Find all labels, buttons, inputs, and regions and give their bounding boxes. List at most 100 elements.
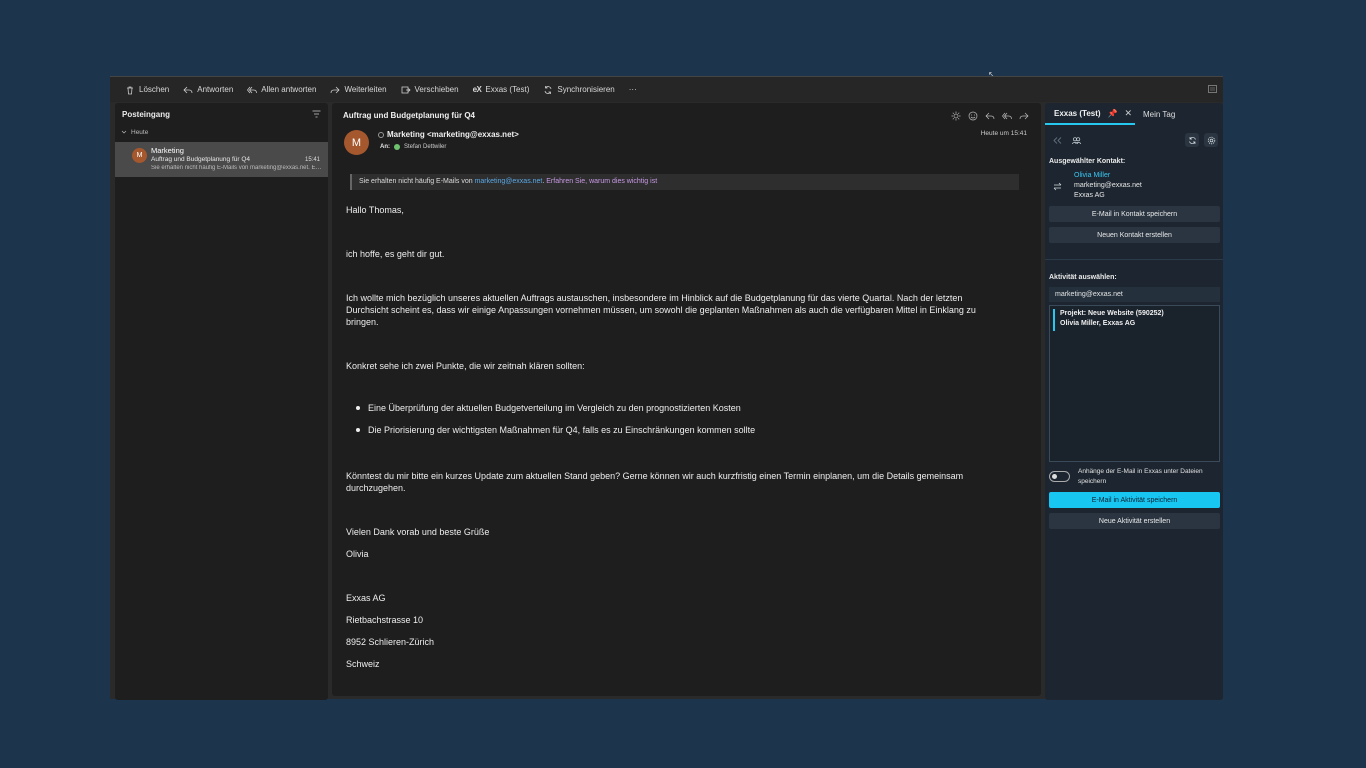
avatar: M <box>132 148 147 163</box>
reply-all-icon[interactable] <box>1002 111 1012 121</box>
section-divider <box>1045 259 1223 260</box>
toggle-knob <box>1052 474 1057 479</box>
body-bullet: Eine Überprüfung der aktuellen Budgetver… <box>356 403 741 413</box>
activity-search-input[interactable]: marketing@exxas.net <box>1049 287 1220 302</box>
contact-section-label: Ausgewählter Kontakt: <box>1049 158 1126 165</box>
signature-city: 8952 Schlieren-Zürich <box>346 637 435 647</box>
tab-mein-tag-label: Mein Tag <box>1143 109 1176 119</box>
message-from[interactable]: Marketing <marketing@exxas.net> <box>378 130 519 139</box>
body-greeting: Hallo Thomas, <box>346 205 404 215</box>
body-paragraph-3: Konkret sehe ich zwei Punkte, die wir ze… <box>346 361 585 371</box>
mail-item-sender: Marketing <box>151 146 184 155</box>
tab-mein-tag[interactable]: Mein Tag <box>1143 103 1175 125</box>
body-paragraph-2: Ich wollte mich bezüglich unseres aktuel… <box>346 293 976 327</box>
recipient-presence-icon <box>394 144 400 150</box>
activity-list[interactable]: Projekt: Neue Website (590252) Olivia Mi… <box>1049 305 1220 462</box>
sync-button[interactable]: Synchronisieren <box>536 77 621 102</box>
new-contact-label: Neuen Kontakt erstellen <box>1097 231 1172 239</box>
contacts-button[interactable] <box>1069 133 1083 147</box>
activity-list-item[interactable]: Projekt: Neue Website (590252) Olivia Mi… <box>1053 309 1213 331</box>
move-label: Verschieben <box>414 85 459 94</box>
attachments-toggle[interactable] <box>1049 471 1070 482</box>
activity-project: Projekt: Neue Website (590252) <box>1060 310 1164 317</box>
delete-button[interactable]: Löschen <box>118 77 176 102</box>
forward-icon <box>331 86 341 93</box>
mail-list-item[interactable]: M Marketing Auftrag und Budgetplanung fü… <box>115 142 328 177</box>
contact-name-link[interactable]: Olivia Miller <box>1074 172 1110 179</box>
swap-icon <box>1053 182 1061 190</box>
move-button[interactable]: Verschieben <box>394 77 466 102</box>
more-button[interactable]: ··· <box>622 77 644 102</box>
filter-icon[interactable] <box>312 110 321 118</box>
activity-contact: Olivia Miller, Exxas AG <box>1060 320 1136 327</box>
signature-company: Exxas AG <box>346 593 386 603</box>
body-signature-name: Olivia <box>346 549 369 559</box>
notice-learn-more-link[interactable]: Erfahren Sie, warum dies wichtig ist <box>546 178 657 185</box>
body-paragraph-4: Könntest du mir bitte ein kurzes Update … <box>346 471 964 493</box>
new-contact-button[interactable]: Neuen Kontakt erstellen <box>1049 227 1220 243</box>
move-icon <box>401 86 411 93</box>
forward-label: Weiterleiten <box>344 85 387 94</box>
tab-exxas-label: Exxas (Test) <box>1054 108 1101 118</box>
bullet-text: Eine Überprüfung der aktuellen Budgetver… <box>368 403 741 413</box>
people-icon <box>1071 136 1081 144</box>
reading-pane: Auftrag und Budgetplanung für Q4 M Marke… <box>332 103 1041 696</box>
sync-label: Synchronisieren <box>557 85 615 94</box>
message-actions <box>951 111 1029 121</box>
reply-all-button[interactable]: Allen antworten <box>240 77 323 102</box>
notice-sender-link[interactable]: marketing@exxas.net <box>475 178 543 185</box>
sync-icon <box>544 85 552 94</box>
gear-icon <box>1207 136 1215 144</box>
folder-title: Posteingang <box>122 109 171 119</box>
refresh-button[interactable] <box>1185 133 1199 147</box>
new-activity-button[interactable]: Neue Aktivität erstellen <box>1049 513 1220 529</box>
new-activity-label: Neue Aktivität erstellen <box>1098 517 1171 525</box>
body-bullet: Die Priorisierung der wichtigsten Maßnah… <box>356 425 755 435</box>
forward-icon[interactable] <box>1019 111 1029 121</box>
reply-all-label: Allen antworten <box>261 85 317 94</box>
mail-item-subject: Auftrag und Budgetplanung für Q4 <box>151 156 251 163</box>
reply-icon[interactable] <box>985 111 995 121</box>
mail-window: Löschen Antworten Allen antworten Weiter… <box>110 76 1223 700</box>
group-header-today[interactable]: Heute <box>115 125 328 139</box>
recipient-name[interactable]: Stefan Dettwiler <box>404 144 446 150</box>
panel-toggle-icon[interactable] <box>1208 85 1217 93</box>
tab-exxas[interactable]: Exxas (Test) 📌 ✕ <box>1045 103 1135 125</box>
back-button[interactable] <box>1050 133 1064 147</box>
save-to-activity-button[interactable]: E-Mail in Aktivität speichern <box>1049 492 1220 508</box>
sender-address: Marketing <marketing@exxas.net> <box>387 130 519 139</box>
presence-icon <box>378 131 384 138</box>
sender-avatar: M <box>344 130 369 155</box>
attachments-toggle-label: Anhänge der E-Mail in Exxas unter Dateie… <box>1078 468 1203 485</box>
save-to-contact-label: E-Mail in Kontakt speichern <box>1091 210 1178 218</box>
exxas-label: Exxas (Test) <box>485 85 530 94</box>
reply-all-icon <box>247 86 258 93</box>
reply-label: Antworten <box>197 85 234 94</box>
signature-street: Rietbachstrasse 10 <box>346 615 424 625</box>
bullet-text: Die Priorisierung der wichtigsten Maßnah… <box>368 425 756 435</box>
settings-button[interactable] <box>1204 133 1218 147</box>
sun-icon[interactable] <box>951 111 961 121</box>
forward-button[interactable]: Weiterleiten <box>323 77 393 102</box>
exxas-button[interactable]: eX Exxas (Test) <box>466 77 537 102</box>
close-icon[interactable]: ✕ <box>1125 108 1133 119</box>
bullet-dot <box>356 428 360 432</box>
reply-icon <box>183 86 193 93</box>
contact-email: marketing@exxas.net <box>1074 182 1142 189</box>
message-date: Heute um 15:41 <box>980 130 1027 137</box>
trash-icon <box>127 86 133 94</box>
group-label: Heute <box>131 128 149 136</box>
save-to-contact-button[interactable]: E-Mail in Kontakt speichern <box>1049 206 1220 222</box>
body-closing: Vielen Dank vorab und beste Grüße <box>346 527 490 537</box>
activity-section-label: Aktivität auswählen: <box>1049 274 1117 281</box>
message-subject: Auftrag und Budgetplanung für Q4 <box>343 111 475 120</box>
body-paragraph-1: ich hoffe, es geht dir gut. <box>346 249 445 259</box>
mail-list-pane: Posteingang Heute M Marketing Auftrag un… <box>115 103 328 700</box>
reply-button[interactable]: Antworten <box>176 77 240 102</box>
exxas-addin-pane: Exxas (Test) 📌 ✕ Mein Tag Ausgewählter K… <box>1045 103 1223 700</box>
swap-contact-button[interactable] <box>1050 179 1064 193</box>
emoji-icon[interactable] <box>968 111 978 121</box>
pin-icon[interactable]: 📌 <box>1108 109 1118 118</box>
refresh-icon <box>1188 136 1196 144</box>
mail-item-time: 15:41 <box>304 157 320 163</box>
